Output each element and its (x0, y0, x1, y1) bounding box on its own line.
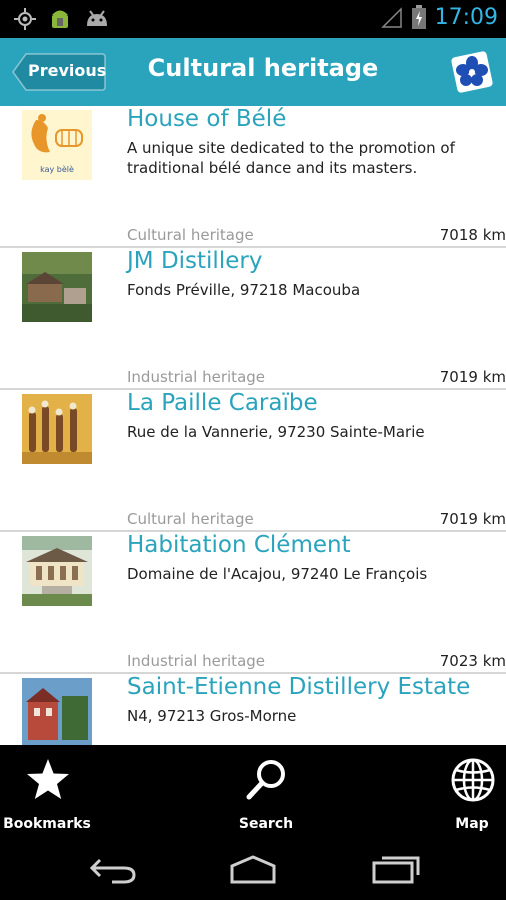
heritage-list: kay bèlè House of Bélé A unique site ded… (0, 106, 506, 745)
star-icon (27, 759, 69, 799)
thumbnail (22, 678, 92, 745)
list-item[interactable]: Habitation Clément Domaine de l'Acajou, … (0, 532, 506, 674)
item-description: A unique site dedicated to the promotion… (127, 139, 455, 177)
plantation-house-photo (22, 536, 92, 606)
recent-apps-icon[interactable] (370, 853, 422, 885)
list-item[interactable]: kay bèlè House of Bélé A unique site ded… (0, 106, 506, 248)
tab-search-label: Search (238, 816, 294, 832)
previous-label: Previous (28, 61, 107, 80)
thumbnail (22, 252, 92, 322)
search-icon (246, 760, 285, 800)
globe-icon (451, 758, 495, 802)
item-address: N4, 97213 Gros-Morne (127, 707, 297, 725)
bottom-tab-bar: Bookmarks Search Map (0, 745, 506, 840)
tab-bookmarks-label: Bookmarks (3, 816, 91, 832)
back-icon[interactable] (88, 856, 138, 884)
list-item[interactable]: La Paille Caraïbe Rue de la Vannerie, 97… (0, 390, 506, 532)
item-category: Industrial heritage (127, 652, 266, 670)
item-address: Fonds Préville, 97218 Macouba (127, 281, 361, 299)
action-bar: Previous Cultural heritage (0, 38, 506, 106)
list-item[interactable]: JM Distillery Fonds Préville, 97218 Maco… (0, 248, 506, 390)
item-category: Industrial heritage (127, 368, 266, 386)
item-title: House of Bélé (127, 106, 287, 132)
tab-map[interactable]: Map (422, 745, 506, 840)
page-title: Cultural heritage (147, 54, 379, 82)
list-item[interactable]: Saint-Etienne Distillery Estate N4, 9721… (0, 674, 506, 745)
app-logo-button[interactable] (448, 48, 496, 96)
thumb-logo-text: kay bèlè (40, 164, 74, 174)
estate-photo (22, 678, 92, 745)
system-nav-bar (0, 840, 506, 900)
item-distance: 7019 km (439, 368, 506, 386)
android-download-icon (52, 10, 68, 28)
distillery-photo (22, 252, 92, 322)
item-distance: 7018 km (439, 226, 506, 244)
bele-dancer-logo-icon: kay bèlè (31, 114, 83, 174)
thumbnail: kay bèlè (22, 110, 92, 180)
gps-icon (14, 8, 36, 30)
item-distance: 7019 km (439, 510, 506, 528)
hibiscus-logo-icon (451, 51, 493, 93)
item-title: Habitation Clément (127, 532, 351, 558)
item-address: Rue de la Vannerie, 97230 Sainte-Marie (127, 423, 425, 441)
item-title: Saint-Etienne Distillery Estate (127, 674, 471, 700)
item-title: JM Distillery (127, 248, 263, 274)
item-distance: 7023 km (439, 652, 506, 670)
item-title: La Paille Caraïbe (127, 390, 318, 416)
thumbnail (22, 394, 92, 464)
previous-button[interactable]: Previous (12, 52, 106, 92)
item-category: Cultural heritage (127, 226, 254, 244)
tab-search[interactable]: Search (216, 745, 316, 840)
home-icon[interactable] (226, 854, 280, 884)
clock: 17:09 (434, 4, 498, 30)
status-bar: 17:09 (0, 0, 506, 38)
basketry-photo (22, 394, 92, 464)
tab-map-label: Map (455, 816, 489, 832)
thumbnail (22, 536, 92, 606)
tab-bookmarks[interactable]: Bookmarks (0, 745, 97, 840)
item-address: Domaine de l'Acajou, 97240 Le François (127, 565, 428, 583)
android-debug-icon (87, 10, 107, 26)
item-category: Cultural heritage (127, 510, 254, 528)
battery-icon (411, 5, 426, 29)
signal-icon (380, 7, 402, 28)
